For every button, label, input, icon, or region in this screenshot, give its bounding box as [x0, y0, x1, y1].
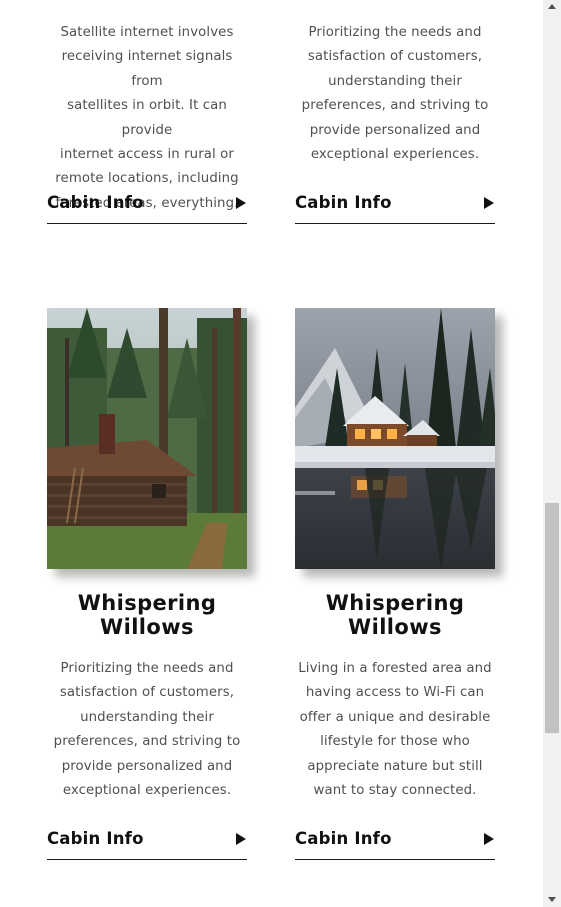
- description-line: understanding their: [80, 709, 214, 725]
- description-line: Living in a forested area and: [298, 661, 492, 676]
- description-line: understanding their: [328, 73, 462, 89]
- card-description: Satellite internet involves receiving in…: [47, 21, 247, 216]
- description-line: lifestyle for those who: [320, 734, 470, 750]
- title-line: Whispering: [77, 591, 217, 615]
- cabin-card-top-right: Prioritizing the needs and satisfaction …: [295, 21, 495, 224]
- scroll-down-arrow-icon[interactable]: [548, 897, 556, 902]
- cabin-info-label: Cabin Info: [295, 193, 392, 212]
- forest-cabin-image: [47, 308, 247, 569]
- description-line: remote locations, including: [55, 171, 239, 187]
- cabin-info-label: Cabin Info: [295, 829, 392, 848]
- card-title: Whispering Willows: [295, 591, 495, 639]
- card-description: Living in a forested area and having acc…: [295, 657, 495, 803]
- description-line: offer a unique and desirable: [299, 709, 491, 725]
- description-line: provide personalized and: [61, 758, 233, 774]
- description-line: preferences, and striving to: [301, 98, 489, 114]
- play-arrow-icon: [484, 833, 494, 845]
- cabin-info-label: Cabin Info: [47, 193, 144, 212]
- description-line: having access to Wi-Fi can: [305, 685, 485, 701]
- title-line: Whispering: [325, 591, 465, 615]
- cabin-info-link[interactable]: Cabin Info: [47, 193, 247, 224]
- scrollbar-thumb[interactable]: [545, 503, 559, 733]
- description-line: Satellite internet involves: [60, 25, 234, 40]
- cabin-info-link[interactable]: Cabin Info: [295, 193, 495, 224]
- play-arrow-icon: [236, 833, 246, 845]
- play-arrow-icon: [236, 197, 246, 209]
- card-description: Prioritizing the needs and satisfaction …: [47, 657, 247, 803]
- description-line: internet access in rural or: [60, 147, 234, 163]
- description-line: provide personalized and: [309, 122, 481, 138]
- cabin-card-top-left: Satellite internet involves receiving in…: [47, 21, 247, 224]
- cabin-info-label: Cabin Info: [47, 829, 144, 848]
- play-arrow-icon: [484, 197, 494, 209]
- scroll-up-arrow-icon[interactable]: [548, 4, 556, 9]
- description-line: Prioritizing the needs and: [308, 25, 482, 40]
- description-line: satisfaction of customers,: [307, 49, 483, 65]
- description-line: receiving internet signals from: [61, 49, 233, 89]
- description-line: appreciate nature but still: [307, 758, 483, 774]
- cabin-info-link[interactable]: Cabin Info: [295, 829, 495, 860]
- description-line: satellites in orbit. It can provide: [67, 98, 227, 138]
- card-title: Whispering Willows: [47, 591, 247, 639]
- description-line: satisfaction of customers,: [59, 685, 235, 701]
- description-line: want to stay connected.: [313, 783, 477, 799]
- snowy-lake-cabin-photo[interactable]: [295, 308, 495, 569]
- description-line: Prioritizing the needs and: [60, 661, 234, 676]
- page-viewport: Satellite internet involves receiving in…: [0, 0, 543, 907]
- forest-cabin-photo[interactable]: [47, 308, 247, 569]
- snowy-lake-cabin-image: [295, 308, 495, 569]
- card-description: Prioritizing the needs and satisfaction …: [295, 21, 495, 167]
- title-line: Willows: [100, 615, 194, 639]
- description-line: exceptional experiences.: [310, 147, 480, 163]
- title-line: Willows: [348, 615, 442, 639]
- description-line: exceptional experiences.: [62, 783, 232, 799]
- description-line: preferences, and striving to: [53, 734, 241, 750]
- cabin-info-link[interactable]: Cabin Info: [47, 829, 247, 860]
- vertical-scrollbar[interactable]: [543, 0, 561, 907]
